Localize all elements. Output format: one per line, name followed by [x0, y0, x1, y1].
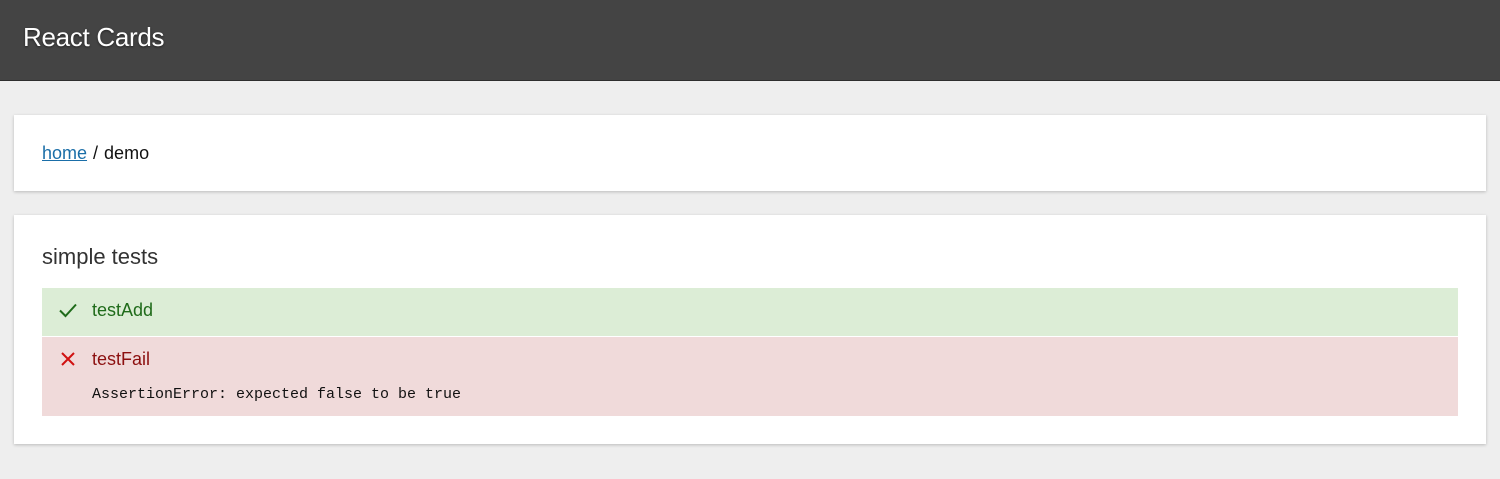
test-result-fail: testFail AssertionError: expected false …	[42, 337, 1458, 416]
breadcrumb-card: home / demo	[14, 115, 1486, 191]
test-suite-card: simple tests testAdd testFail AssertionE…	[14, 215, 1486, 444]
test-suite-title: simple tests	[42, 244, 159, 269]
test-error-message: AssertionError: expected false to be tru…	[92, 386, 462, 403]
app-header: React Cards	[0, 0, 1500, 81]
test-result-pass: testAdd	[42, 288, 1458, 336]
breadcrumb-separator: /	[93, 142, 99, 163]
check-icon	[59, 303, 77, 318]
test-name: testFail	[92, 349, 151, 369]
cross-icon	[61, 352, 75, 366]
app-title: React Cards	[23, 21, 165, 52]
breadcrumb-current: demo	[104, 142, 150, 163]
breadcrumb: home / demo	[42, 143, 149, 164]
test-name: testAdd	[92, 300, 154, 320]
breadcrumb-home-link[interactable]: home	[42, 143, 87, 163]
